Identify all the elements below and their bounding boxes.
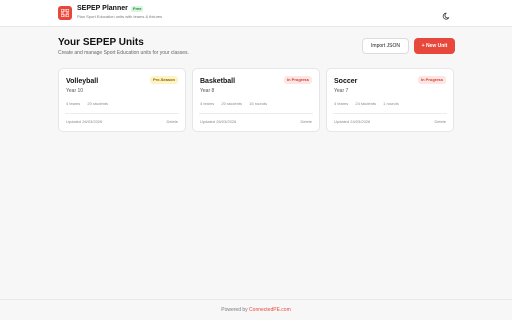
footer-text: Powered by ConnectedPE.com	[0, 307, 512, 313]
page-title: Your SEPEP Units	[58, 37, 144, 48]
round-count: 15 rounds	[249, 101, 267, 106]
unit-name: Basketball	[200, 78, 236, 85]
unit-meta: 4 teams 20 students 15 rounds	[200, 101, 273, 106]
plan-badge: Free	[131, 6, 144, 12]
new-unit-button[interactable]: + New Unit	[414, 38, 455, 54]
student-count: 24 students	[355, 101, 377, 106]
import-json-button[interactable]: Import JSON	[362, 38, 409, 54]
updated-date: Updated 26/03/2026	[66, 119, 103, 124]
unit-meta: 4 teams 24 students 1 rounds	[334, 101, 405, 106]
updated-date: Updated 26/03/2026	[200, 119, 237, 124]
team-count: 4 teams	[200, 101, 215, 106]
top-bar: SEPEP Planner Free Plan Sport Education …	[0, 0, 512, 27]
unit-name: Volleyball	[66, 78, 99, 85]
unit-meta: 4 teams 20 students	[66, 101, 114, 106]
unit-card[interactable]: Soccer Year 7 In Progress 4 teams 24 stu…	[326, 68, 454, 132]
unit-year: Year 7	[334, 88, 349, 94]
status-badge: Pre-Season	[149, 76, 178, 84]
footer: Powered by ConnectedPE.com	[0, 299, 512, 320]
card-divider	[199, 113, 313, 114]
status-badge: In Progress	[417, 76, 446, 84]
card-divider	[333, 113, 447, 114]
card-divider	[65, 113, 179, 114]
student-count: 20 students	[221, 101, 243, 106]
team-count: 4 teams	[66, 101, 81, 106]
app-title: SEPEP Planner	[77, 5, 128, 12]
app-subtitle: Plan Sport Education units with teams & …	[77, 14, 163, 19]
page-subtitle: Create and manage Sport Education units …	[58, 50, 189, 56]
delete-button[interactable]: Delete	[300, 119, 312, 124]
app-logo-icon[interactable]	[58, 6, 72, 20]
moon-icon	[442, 12, 450, 20]
team-count: 4 teams	[334, 101, 349, 106]
updated-date: Updated 24/03/2026	[334, 119, 371, 124]
student-count: 20 students	[87, 101, 109, 106]
unit-card[interactable]: Basketball Year 8 In Progress 4 teams 20…	[192, 68, 320, 132]
footer-link[interactable]: ConnectedPE.com	[249, 307, 291, 313]
delete-button[interactable]: Delete	[434, 119, 446, 124]
delete-button[interactable]: Delete	[166, 119, 178, 124]
footer-prefix: Powered by	[221, 307, 248, 313]
status-badge: In Progress	[283, 76, 312, 84]
unit-year: Year 8	[200, 88, 215, 94]
unit-year: Year 10	[66, 88, 84, 94]
round-count: 1 rounds	[383, 101, 399, 106]
unit-card[interactable]: Volleyball Year 10 Pre-Season 4 teams 20…	[58, 68, 186, 132]
unit-name: Soccer	[334, 78, 358, 85]
theme-toggle-button[interactable]	[442, 8, 452, 20]
